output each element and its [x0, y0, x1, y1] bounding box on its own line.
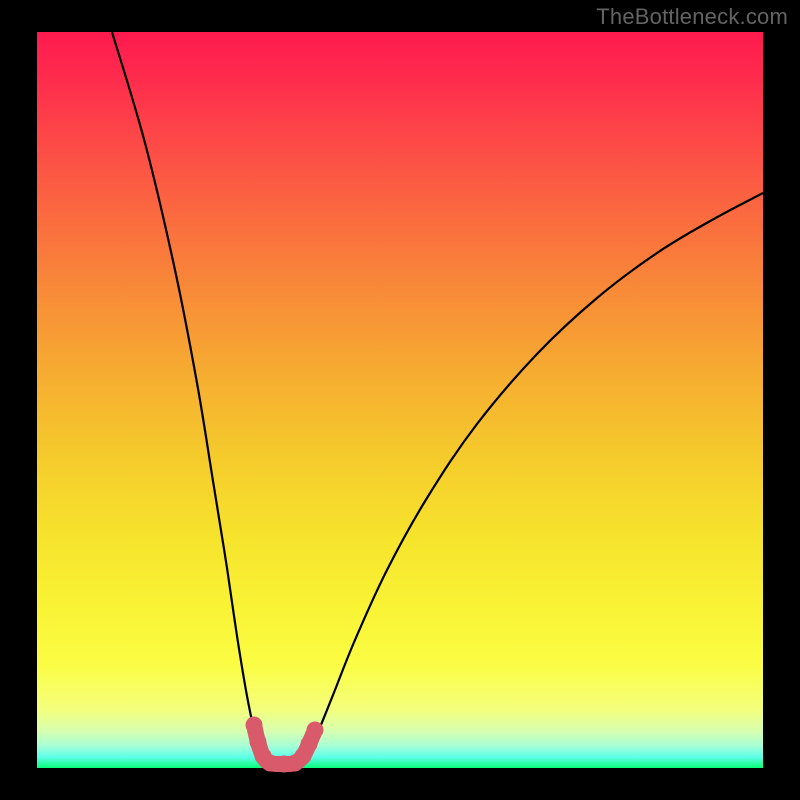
left-curve [112, 32, 273, 765]
curve-svg [37, 32, 763, 768]
right-curve [295, 193, 763, 765]
watermark-text: TheBottleneck.com [596, 4, 788, 30]
chart-container: TheBottleneck.com [0, 0, 800, 800]
marker-dots [246, 717, 324, 773]
marker-dot [307, 722, 324, 739]
marker-dot [246, 717, 263, 734]
plot-area [37, 32, 763, 768]
